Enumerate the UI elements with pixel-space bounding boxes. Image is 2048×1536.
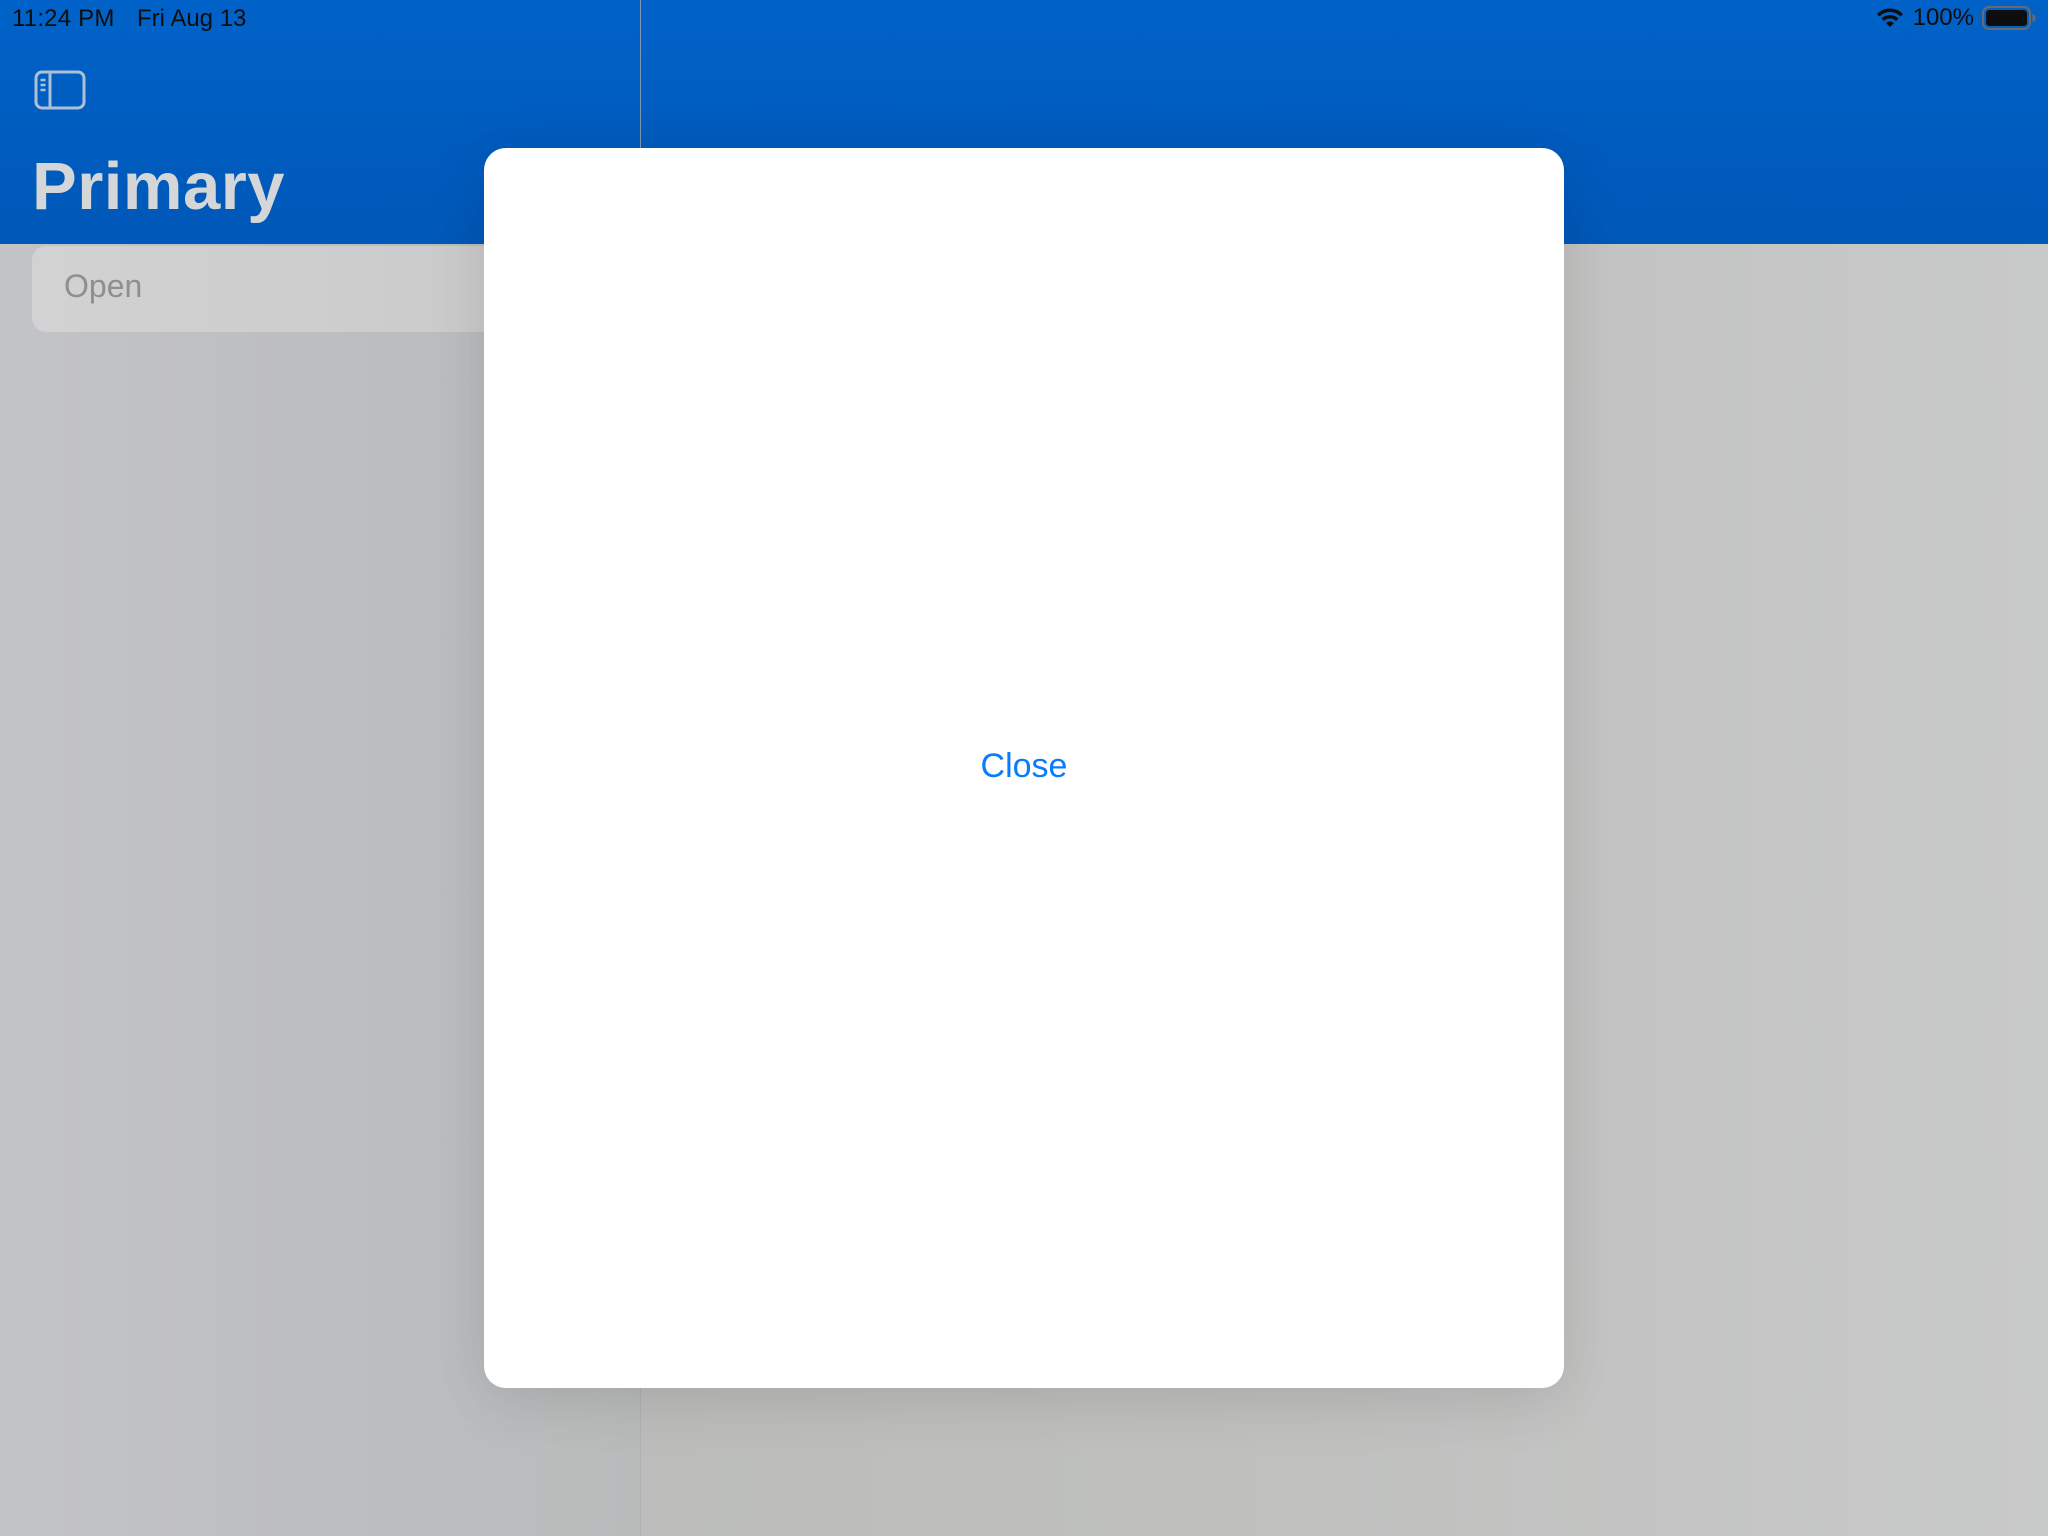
app-screen: 11:24 PM Fri Aug 13 100% Primary Open Cl… [0, 0, 2048, 1536]
battery-percent: 100% [1912, 4, 1974, 31]
close-button[interactable]: Close [484, 746, 1564, 787]
page-title: Primary [32, 149, 286, 224]
modal-sheet: Close [484, 148, 1564, 1388]
sidebar-item-label: Open [64, 268, 143, 304]
sidebar-item-open[interactable]: Open [32, 246, 552, 332]
battery-icon [1982, 6, 2036, 30]
wifi-icon [1875, 7, 1905, 29]
status-time: 11:24 PM [12, 5, 115, 32]
sidebar-icon [34, 70, 88, 116]
status-indicators: 100% [1875, 4, 2036, 32]
sidebar-toggle-button[interactable] [34, 70, 88, 112]
status-date: Fri Aug 13 [137, 5, 247, 32]
